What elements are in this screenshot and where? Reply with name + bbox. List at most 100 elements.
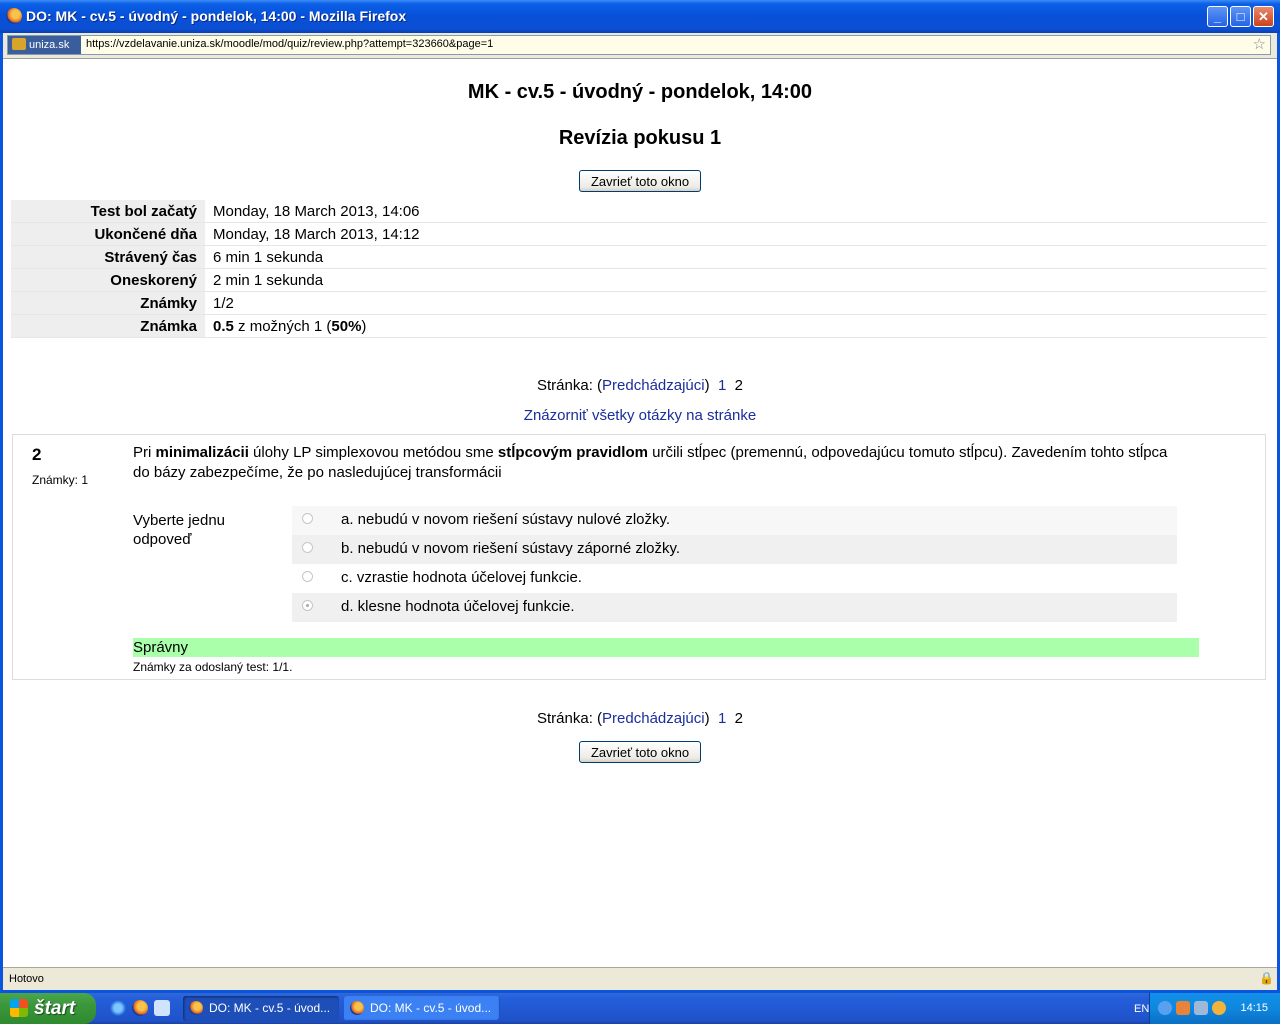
pager-label: Stránka: — [537, 710, 593, 727]
summary-row: Strávený čas 6 min 1 sekunda — [11, 245, 1267, 269]
pager-paren: ) — [704, 377, 710, 394]
site-identity-button[interactable]: uniza.sk — [8, 36, 81, 54]
course-title: MK - cv.5 - úvodný - pondelok, 14:00 — [467, 81, 813, 103]
site-identity-label: uniza.sk — [29, 39, 70, 51]
pager-paren: ) — [704, 710, 710, 727]
pager-page-1[interactable]: 1 — [718, 377, 726, 394]
review-title: Revízia pokusu 1 — [558, 127, 722, 149]
radio-button[interactable] — [302, 542, 313, 553]
question-text: Pri minimalizácii úlohy LP simplexovou m… — [133, 443, 1173, 483]
summary-label: Strávený čas — [11, 245, 205, 269]
taskbar-window-2[interactable]: DO: MK - cv.5 - úvod... — [344, 996, 500, 1021]
status-text: Hotovo — [9, 973, 44, 985]
language-indicator[interactable]: EN — [1134, 1003, 1149, 1015]
pager-label: Stránka: — [537, 377, 593, 394]
radio-button-selected[interactable] — [302, 600, 313, 611]
url-field[interactable]: uniza.sk https://vzdelavanie.uniza.sk/mo… — [7, 35, 1271, 55]
answer-option-a[interactable]: a. nebudú v novom riešení sústavy nulové… — [292, 506, 1177, 535]
task-label: DO: MK - cv.5 - úvod... — [209, 1001, 331, 1015]
summary-label: Známky — [11, 291, 205, 315]
grade-of: z možných 1 ( — [233, 317, 332, 335]
minimize-button[interactable]: _ — [1207, 6, 1228, 27]
answer-label: b. nebudú v novom riešení sústavy záporn… — [341, 540, 681, 557]
page-content: MK - cv.5 - úvodný - pondelok, 14:00 Rev… — [3, 59, 1277, 967]
bookmark-star-icon[interactable]: ☆ — [1253, 36, 1266, 54]
answer-option-d[interactable]: d. klesne hodnota účelovej funkcie. — [292, 593, 1177, 622]
answer-option-b[interactable]: b. nebudú v novom riešení sústavy záporn… — [292, 535, 1177, 564]
tray-expand-icon[interactable] — [1158, 1001, 1172, 1015]
question-text-part: Pri — [133, 444, 156, 461]
pager-previous-link[interactable]: Predchádzajúci — [602, 377, 705, 394]
status-bar: Hotovo 🔒 — [3, 967, 1277, 990]
internet-explorer-icon[interactable] — [110, 1000, 126, 1016]
summary-label: Ukončené dňa — [11, 222, 205, 246]
pager-page-1[interactable]: 1 — [718, 710, 726, 727]
answer-option-c[interactable]: c. vzrastie hodnota účelovej funkcie. — [292, 564, 1177, 593]
answer-label: a. nebudú v novom riešení sústavy nulové… — [341, 511, 671, 528]
pager-top: Stránka: (Predchádzajúci) 1 2 — [3, 377, 1277, 394]
pager-page-2-current: 2 — [734, 377, 743, 394]
outcome-correct: Správny — [133, 638, 1199, 657]
firefox-icon — [189, 1001, 203, 1015]
show-all-questions-link[interactable]: Znázorniť všetky otázky na stránke — [524, 407, 756, 424]
clock[interactable]: 14:15 — [1240, 1002, 1268, 1014]
question-number: 2 — [32, 445, 42, 464]
summary-value: 2 min 1 sekunda — [205, 268, 1267, 292]
answer-list: a. nebudú v novom riešení sústavy nulové… — [292, 506, 1177, 622]
summary-row: Oneskorený 2 min 1 sekunda — [11, 268, 1267, 292]
start-label: štart — [34, 998, 76, 1019]
radio-button[interactable] — [302, 571, 313, 582]
summary-value: 0.5 z možných 1 (50%) — [205, 314, 1267, 338]
tray-network-icon[interactable] — [1194, 1001, 1208, 1015]
window-title: DO: MK - cv.5 - úvodný - pondelok, 14:00… — [26, 8, 407, 24]
tray-security-icon[interactable] — [1212, 1001, 1226, 1015]
grade-score: 0.5 — [213, 317, 234, 335]
summary-row: Známky 1/2 — [11, 291, 1267, 315]
question-block: 2 Známky: 1 Pri minimalizácii úlohy LP s… — [12, 434, 1266, 680]
close-button[interactable]: ✕ — [1253, 6, 1274, 27]
question-grade: Známky: 1 — [32, 473, 89, 487]
lock-icon[interactable]: 🔒 — [1259, 971, 1274, 985]
summary-row: Ukončené dňa Monday, 18 March 2013, 14:12 — [11, 222, 1267, 246]
title-bar[interactable]: DO: MK - cv.5 - úvodný - pondelok, 14:00… — [0, 0, 1280, 33]
question-text-bold: stĺpcovým pravidlom — [497, 444, 648, 461]
tray-app-icon[interactable] — [1176, 1001, 1190, 1015]
show-desktop-icon[interactable] — [154, 1000, 170, 1016]
firefox-icon — [350, 1001, 364, 1015]
summary-row: Test bol začatý Monday, 18 March 2013, 14… — [11, 200, 1267, 223]
submitted-grade: Známky za odoslaný test: 1/1. — [133, 660, 293, 674]
grade-percent: 50% — [331, 317, 362, 335]
answer-label: c. vzrastie hodnota účelovej funkcie. — [341, 569, 582, 586]
taskbar: štart DO: MK - cv.5 - úvod... DO: MK - c… — [0, 993, 1280, 1024]
summary-value: Monday, 18 March 2013, 14:12 — [205, 222, 1267, 246]
task-label: DO: MK - cv.5 - úvod... — [370, 1001, 492, 1015]
windows-logo-icon — [10, 999, 28, 1017]
pager-page-2-current: 2 — [734, 710, 743, 727]
firefox-icon — [6, 8, 22, 24]
start-button[interactable]: štart — [0, 993, 96, 1024]
question-text-bold: minimalizácii — [155, 444, 249, 461]
summary-label: Test bol začatý — [11, 200, 205, 223]
maximize-button[interactable]: □ — [1230, 6, 1251, 27]
radio-button[interactable] — [302, 513, 313, 524]
summary-value: 1/2 — [205, 291, 1267, 315]
question-text-part: úlohy LP simplexovou metódou sme — [248, 444, 498, 461]
grade-end: ) — [361, 317, 367, 335]
answer-prompt: Vyberte jednu odpoveď — [133, 512, 226, 548]
answer-label: d. klesne hodnota účelovej funkcie. — [341, 598, 575, 615]
taskbar-window-1[interactable]: DO: MK - cv.5 - úvod... — [183, 996, 339, 1021]
close-window-button-bottom[interactable]: Zavrieť toto okno — [579, 741, 701, 763]
url-text[interactable]: https://vzdelavanie.uniza.sk/moodle/mod/… — [86, 38, 493, 50]
show-all-row: Znázorniť všetky otázky na stránke — [3, 407, 1277, 424]
summary-value: 6 min 1 sekunda — [205, 245, 1267, 269]
summary-label: Oneskorený — [11, 268, 205, 292]
summary-value: Monday, 18 March 2013, 14:06 — [205, 200, 1267, 223]
firefox-quicklaunch-icon[interactable] — [132, 1000, 148, 1016]
attempt-summary-table: Test bol začatý Monday, 18 March 2013, 14… — [11, 200, 1267, 338]
pager-bottom: Stránka: (Predchádzajúci) 1 2 — [3, 710, 1277, 727]
pager-previous-link[interactable]: Predchádzajúci — [602, 710, 705, 727]
address-bar: uniza.sk https://vzdelavanie.uniza.sk/mo… — [3, 33, 1277, 59]
browser-window: DO: MK - cv.5 - úvodný - pondelok, 14:00… — [0, 0, 1280, 993]
close-window-button-top[interactable]: Zavrieť toto okno — [579, 170, 701, 192]
site-icon — [12, 38, 26, 50]
